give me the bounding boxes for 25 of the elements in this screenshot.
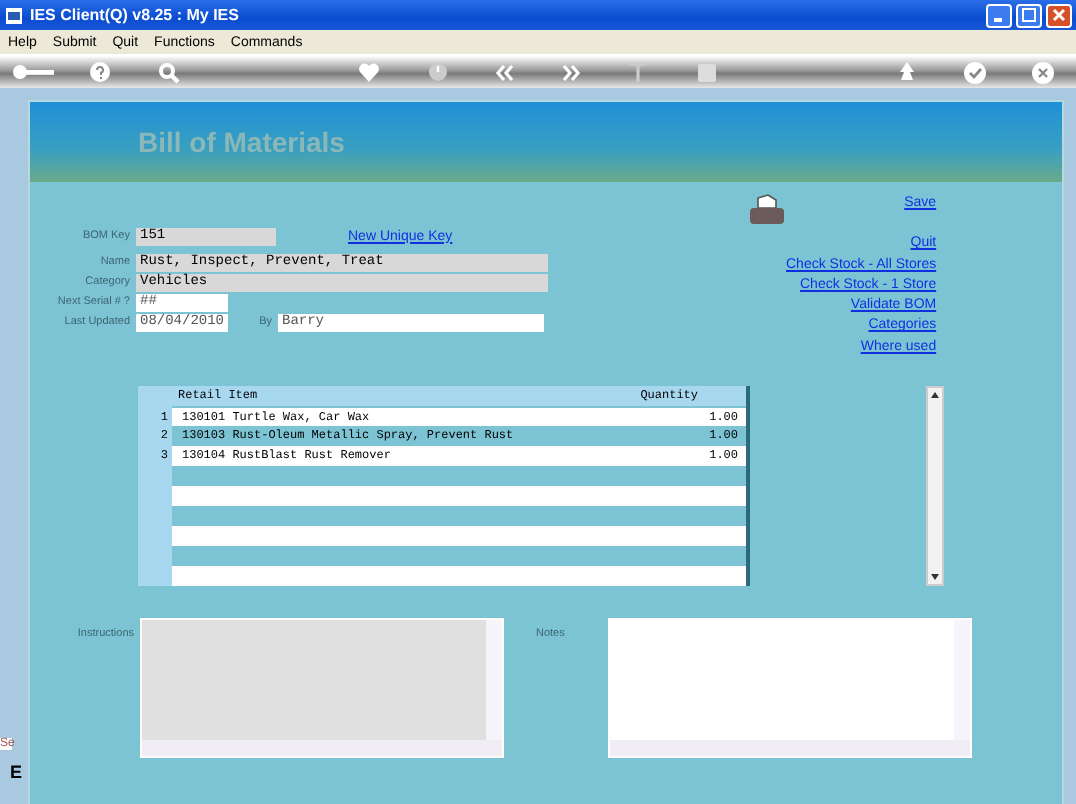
square-icon[interactable] <box>697 63 716 81</box>
maximize-button[interactable] <box>1016 3 1042 27</box>
row-number-cell <box>138 566 172 587</box>
scroll-down-icon[interactable] <box>928 570 942 585</box>
search-icon[interactable] <box>157 61 180 83</box>
checkmark-icon[interactable] <box>964 61 987 83</box>
key-icon[interactable] <box>11 64 56 80</box>
close-icon <box>1052 8 1066 22</box>
window-title: IES Client(Q) v8.25 : My IES <box>30 6 241 24</box>
maximize-icon <box>1022 8 1036 22</box>
text-tool-icon[interactable] <box>630 62 647 82</box>
power-icon[interactable] <box>427 62 448 82</box>
close-button[interactable] <box>1046 3 1072 27</box>
scrollbar[interactable] <box>926 386 944 587</box>
app-icon <box>4 5 24 25</box>
minimize-button[interactable] <box>986 3 1012 27</box>
side-label: E <box>10 762 25 782</box>
heart-icon[interactable] <box>358 62 381 82</box>
close-icon[interactable] <box>1031 61 1054 83</box>
scroll-up-icon[interactable] <box>928 388 942 403</box>
help-icon[interactable] <box>90 62 111 82</box>
double-left-arrow-icon[interactable] <box>494 63 515 81</box>
double-right-arrow-icon[interactable] <box>561 63 582 81</box>
printer-icon[interactable] <box>748 194 786 226</box>
page-title: Bill of Materials <box>138 126 345 158</box>
